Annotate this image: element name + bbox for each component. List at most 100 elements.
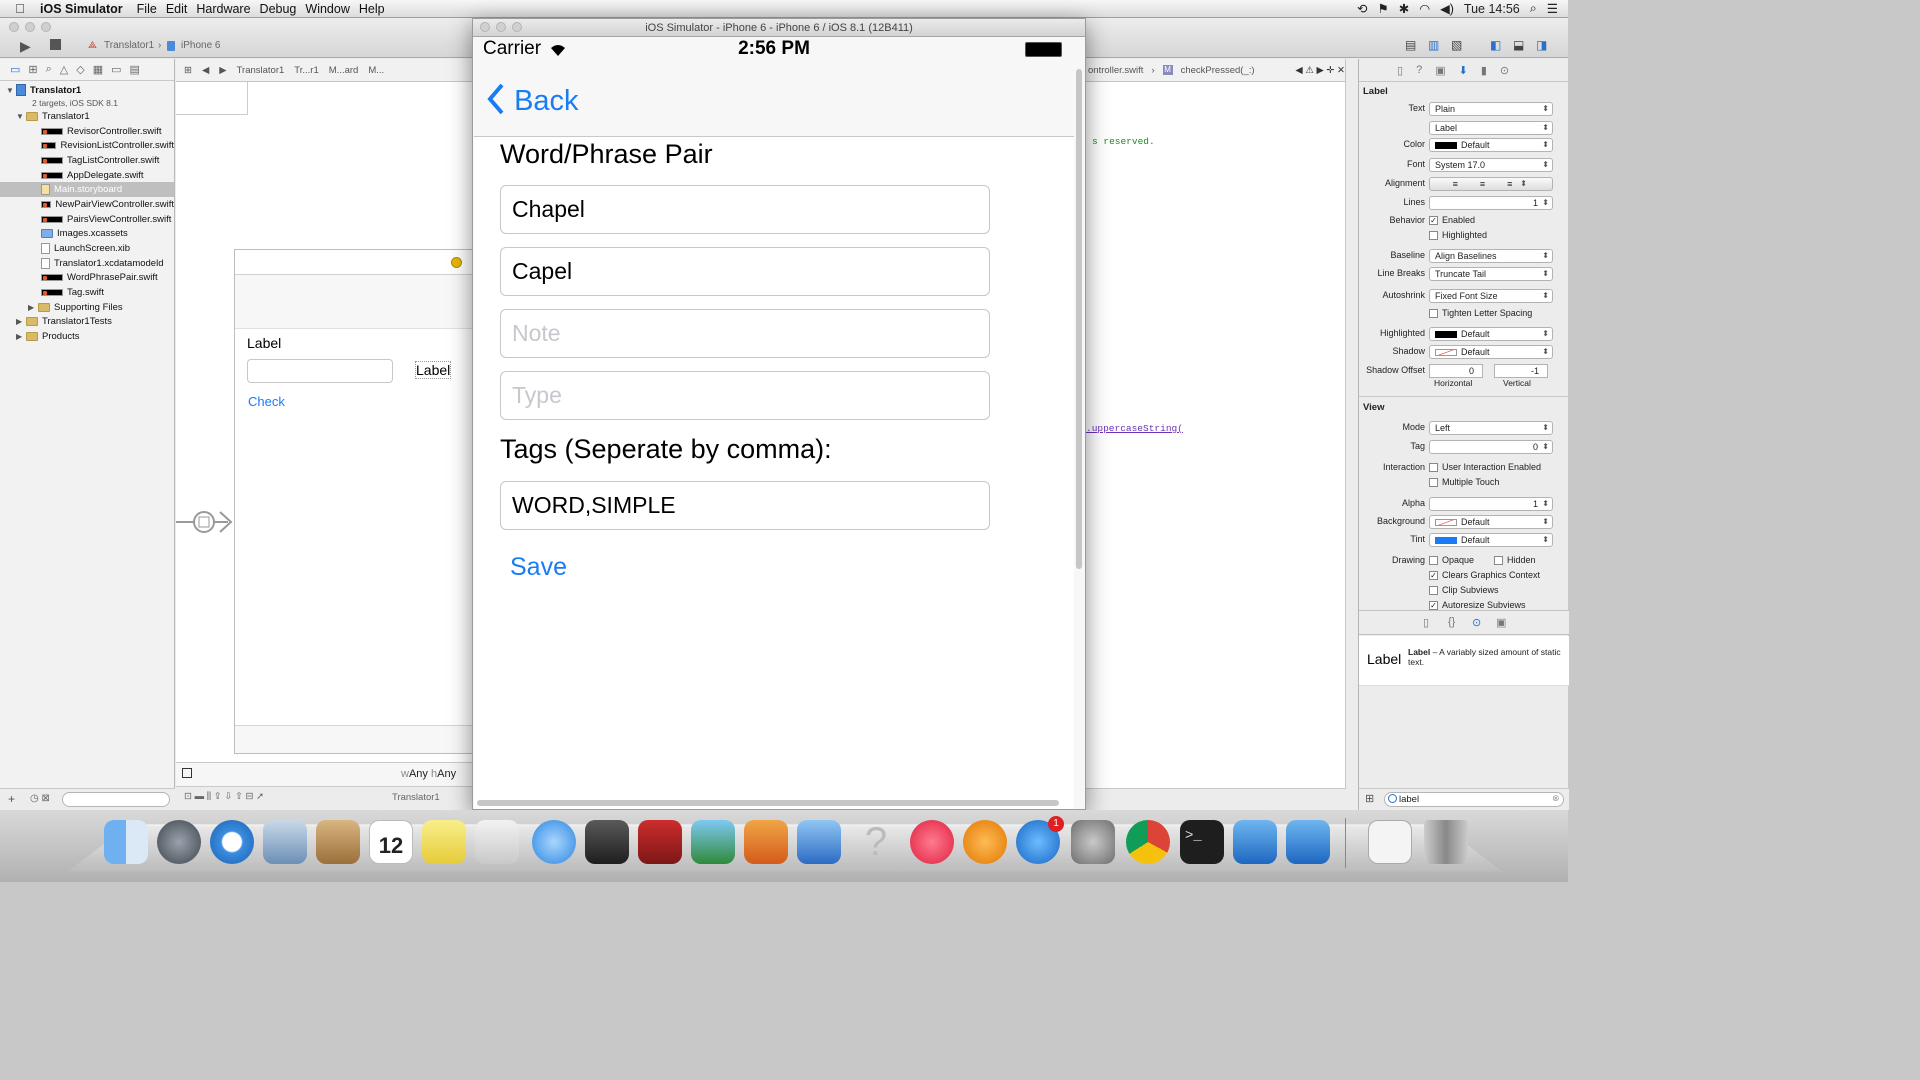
shadow-color-popup[interactable]: Default <box>1429 345 1553 359</box>
log-icon[interactable]: ▤ <box>130 63 140 76</box>
jump-method[interactable]: checkPressed(_:) <box>1181 65 1255 76</box>
code-snippet-icon[interactable]: {} <box>1448 616 1455 628</box>
editor-nav-icons[interactable]: ◀ ⚠ ▶ ✛ ✕ <box>1295 65 1345 76</box>
ios-simulator-icon[interactable] <box>1286 820 1330 864</box>
photo-booth-icon[interactable] <box>638 820 682 864</box>
safari-icon[interactable] <box>210 820 254 864</box>
document-outline-icon[interactable] <box>182 768 192 778</box>
zoom-window-button[interactable] <box>512 22 522 32</box>
phrase-field[interactable]: Capel <box>500 247 990 296</box>
clear-filter-icon[interactable]: ⊗ <box>1552 793 1560 804</box>
toggle-utilities-icon[interactable]: ◨ <box>1536 38 1547 52</box>
keynote-icon[interactable] <box>797 820 841 864</box>
forward-icon[interactable]: ▶ <box>219 65 226 76</box>
menu-hardware[interactable]: Hardware <box>196 2 259 16</box>
tree-file[interactable]: AppDelegate.swift <box>0 168 174 183</box>
size-class-control[interactable]: wAny hAny <box>401 768 456 780</box>
library-filter-input[interactable]: label <box>1384 792 1564 807</box>
label-text-field[interactable]: Label <box>1429 121 1553 135</box>
close-window-button[interactable] <box>480 22 490 32</box>
type-field[interactable]: Type <box>500 371 990 420</box>
tree-file[interactable]: Translator1.xcdatamodeld <box>0 256 174 271</box>
stop-icon[interactable] <box>50 39 61 50</box>
file-inspector-icon[interactable]: ▯ <box>1397 64 1403 77</box>
menu-help[interactable]: Help <box>359 2 394 16</box>
tree-folder[interactable]: ▶ Supporting Files <box>0 300 174 315</box>
object-library-icon[interactable]: ⊙ <box>1472 616 1481 629</box>
identity-inspector-icon[interactable]: ▣ <box>1435 64 1445 77</box>
navigator-filter-input[interactable] <box>62 792 170 807</box>
enabled-checkbox[interactable]: ✓ Enabled <box>1429 215 1475 226</box>
scene-label-selected[interactable]: Label <box>414 361 452 379</box>
debug-icon[interactable]: ▦ <box>93 63 103 76</box>
jump-file[interactable]: ontroller.swift <box>1088 65 1143 76</box>
save-button[interactable]: Save <box>510 553 567 582</box>
highlighted-checkbox[interactable]: Highlighted <box>1429 230 1487 241</box>
ibooks-icon[interactable] <box>963 820 1007 864</box>
opaque-checkbox[interactable]: Opaque <box>1429 555 1474 566</box>
scheme-target[interactable]: Translator1 <box>104 40 154 51</box>
calendar-icon[interactable]: 12 <box>369 820 413 864</box>
autoshrink-popup[interactable]: Fixed Font Size <box>1429 289 1553 303</box>
scene-label[interactable]: Label <box>247 335 281 351</box>
jump-item[interactable]: M...ard <box>329 65 359 76</box>
segue-arrow-icon[interactable] <box>176 507 236 537</box>
clears-context-checkbox[interactable]: ✓ Clears Graphics Context <box>1429 570 1540 581</box>
jump-item[interactable]: Translator1 <box>237 65 285 76</box>
alpha-stepper[interactable]: 1 <box>1429 497 1553 511</box>
time-machine-icon[interactable]: ⟲ <box>1357 1 1367 16</box>
tree-file[interactable]: RevisorController.swift <box>0 124 174 139</box>
volume-icon[interactable]: ◀) <box>1440 1 1454 16</box>
back-icon[interactable]: ◀ <box>202 65 209 76</box>
autoresize-checkbox[interactable]: ✓ Autoresize Subviews <box>1429 600 1526 611</box>
pages-icon[interactable] <box>744 820 788 864</box>
attributes-inspector-icon[interactable]: ⬇ <box>1459 64 1468 77</box>
toggle-navigator-icon[interactable]: ◧ <box>1490 38 1501 52</box>
symbol-icon[interactable]: ⊞ <box>28 63 37 76</box>
tint-color-popup[interactable]: Default <box>1429 533 1553 547</box>
tree-folder[interactable]: ▶ Translator1Tests <box>0 315 174 330</box>
finder-icon[interactable] <box>104 820 148 864</box>
close-window-button[interactable] <box>9 22 19 32</box>
grid-view-icon[interactable]: ⊞ <box>1365 792 1374 805</box>
tree-file-selected[interactable]: Main.storyboard <box>0 182 174 198</box>
canvas-footer-item[interactable]: Translator1 <box>392 792 440 803</box>
tree-file[interactable]: TagListController.swift <box>0 153 174 168</box>
color-popup[interactable]: Default <box>1429 138 1553 152</box>
scheme-device[interactable]: iPhone 6 <box>181 40 220 51</box>
reminders-icon[interactable] <box>475 820 519 864</box>
jump-item[interactable]: M... <box>368 65 384 76</box>
search-icon[interactable]: ⌕ <box>46 63 52 76</box>
scene-text-field[interactable] <box>247 359 393 383</box>
toggle-debug-icon[interactable]: ⬓ <box>1513 38 1524 52</box>
flag-icon[interactable]: ⚑ <box>1378 1 1389 16</box>
line-breaks-popup[interactable]: Truncate Tail <box>1429 267 1553 281</box>
assistant-editor[interactable]: ontroller.swift › M checkPressed(_:) ◀ ⚠… <box>1086 59 1346 810</box>
folder-icon[interactable]: ▭ <box>10 63 20 76</box>
itunes-icon[interactable] <box>910 820 954 864</box>
bluetooth-icon[interactable]: ✱ <box>1399 1 1409 16</box>
contacts-icon[interactable] <box>316 820 360 864</box>
editor-standard-icon[interactable]: ▤ <box>1405 38 1416 52</box>
breakpoint-icon[interactable]: ▭ <box>111 63 121 76</box>
tree-file[interactable]: WordPhrasePair.swift <box>0 271 174 286</box>
mail-icon[interactable] <box>263 820 307 864</box>
text-type-popup[interactable]: Plain <box>1429 102 1553 116</box>
tree-folder[interactable]: ▶ Products <box>0 329 174 344</box>
tree-group[interactable]: ▼ Translator1 <box>0 109 174 124</box>
connections-inspector-icon[interactable]: ⊙ <box>1500 64 1509 77</box>
spotlight-icon[interactable]: ⌕ <box>1530 1 1537 16</box>
multiple-touch-checkbox[interactable]: Multiple Touch <box>1429 477 1499 488</box>
size-inspector-icon[interactable]: ▮ <box>1481 64 1487 77</box>
alignment-segmented[interactable]: ≡≡≡ <box>1429 177 1553 191</box>
editor-version-icon[interactable]: ▧ <box>1451 38 1462 52</box>
tree-file[interactable]: NewPairViewController.swift <box>0 197 174 212</box>
scene-check-button[interactable]: Check <box>248 394 285 409</box>
menu-file[interactable]: File <box>137 2 166 16</box>
tree-file[interactable]: PairsViewController.swift <box>0 212 174 227</box>
mode-popup[interactable]: Left <box>1429 421 1553 435</box>
baseline-popup[interactable]: Align Baselines <box>1429 249 1553 263</box>
media-library-icon[interactable]: ▣ <box>1496 616 1506 629</box>
horizontal-scrollbar[interactable] <box>477 800 1059 806</box>
view-controller-scene[interactable]: Label Label Check <box>234 249 475 754</box>
